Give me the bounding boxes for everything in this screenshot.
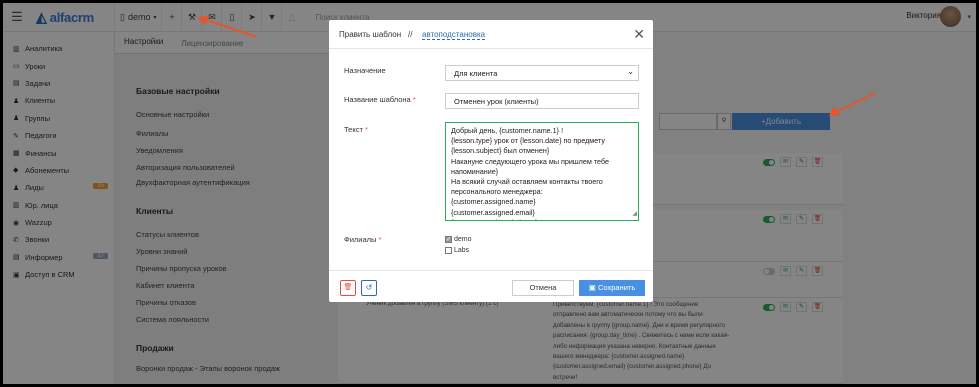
template-text-textarea[interactable]: Добрый день, {customer.name.1} ! {lesson.… [445, 122, 639, 221]
branch-checkbox[interactable] [445, 247, 452, 254]
branch-label: Labs [454, 247, 470, 254]
template-name-input[interactable]: Отменен урок (клиенты) [445, 93, 639, 109]
autosubstitution-link[interactable]: автоподстановка [422, 30, 486, 40]
reset-button[interactable]: ↺ [361, 280, 377, 296]
save-button[interactable]: ▣ Сохранить [579, 280, 645, 296]
textarea-line: {customer.assigned.phone} [451, 218, 633, 220]
modal-header-divider [329, 48, 653, 49]
cancel-button[interactable]: Отмена [512, 280, 574, 296]
branch-checkbox-row[interactable]: ✓ demo [445, 236, 472, 243]
template-name-label: Название шаблона * [344, 95, 416, 104]
save-icon: ▣ [588, 283, 596, 292]
modal-title: Править шаблон [339, 30, 402, 39]
trash-icon: 🗑 [343, 284, 353, 291]
modal-title-separator: // [408, 30, 413, 39]
delete-template-button[interactable]: 🗑 [340, 280, 356, 296]
modal-footer-divider [329, 270, 653, 271]
branch-label: demo [454, 236, 472, 243]
purpose-label: Назначение [344, 66, 386, 75]
annotation-arrow-wrench [197, 16, 258, 38]
resize-handle-icon[interactable]: ◢ [632, 209, 637, 219]
branch-checkbox[interactable]: ✓ [445, 236, 452, 243]
textarea-line: Добрый день, {customer.name.1} ! [451, 126, 564, 135]
textarea-line: {customer.assigned.email} [451, 207, 535, 217]
purpose-select[interactable]: Для клиента ⌄ [445, 65, 639, 81]
chevron-down-icon: ⌄ [627, 67, 634, 76]
branch-checkbox-row[interactable]: Labs [445, 247, 469, 254]
app-screen: ☰ ◭ alfacrm ▯ demo ▾ + ⚒ ✉ ▯ ➤ ▼ △ Поиск… [3, 3, 976, 384]
text-label: Текст * [344, 125, 368, 134]
purpose-value: Для клиента [454, 69, 498, 78]
textarea-line: {lesson.type} урок от {lesson.date} по п… [451, 136, 605, 146]
undo-icon: ↺ [365, 283, 373, 292]
edit-template-modal: Править шаблон // автоподстановка ✕ Назн… [329, 20, 653, 302]
close-icon[interactable]: ✕ [633, 26, 645, 43]
annotation-arrow-add [829, 92, 876, 116]
textarea-line: На всякий случай оставляем контакты твое… [451, 177, 603, 187]
textarea-line: напоминание} [451, 166, 499, 176]
textarea-line: персонального менеджера: [451, 187, 543, 197]
branches-label: Филиалы * [344, 235, 382, 244]
textarea-line: Накануне следующего урока мы пришлем теб… [451, 156, 609, 166]
textarea-line: {customer.assigned.name} [451, 197, 536, 207]
textarea-line: {lesson.subject} был отменен} [451, 146, 550, 156]
